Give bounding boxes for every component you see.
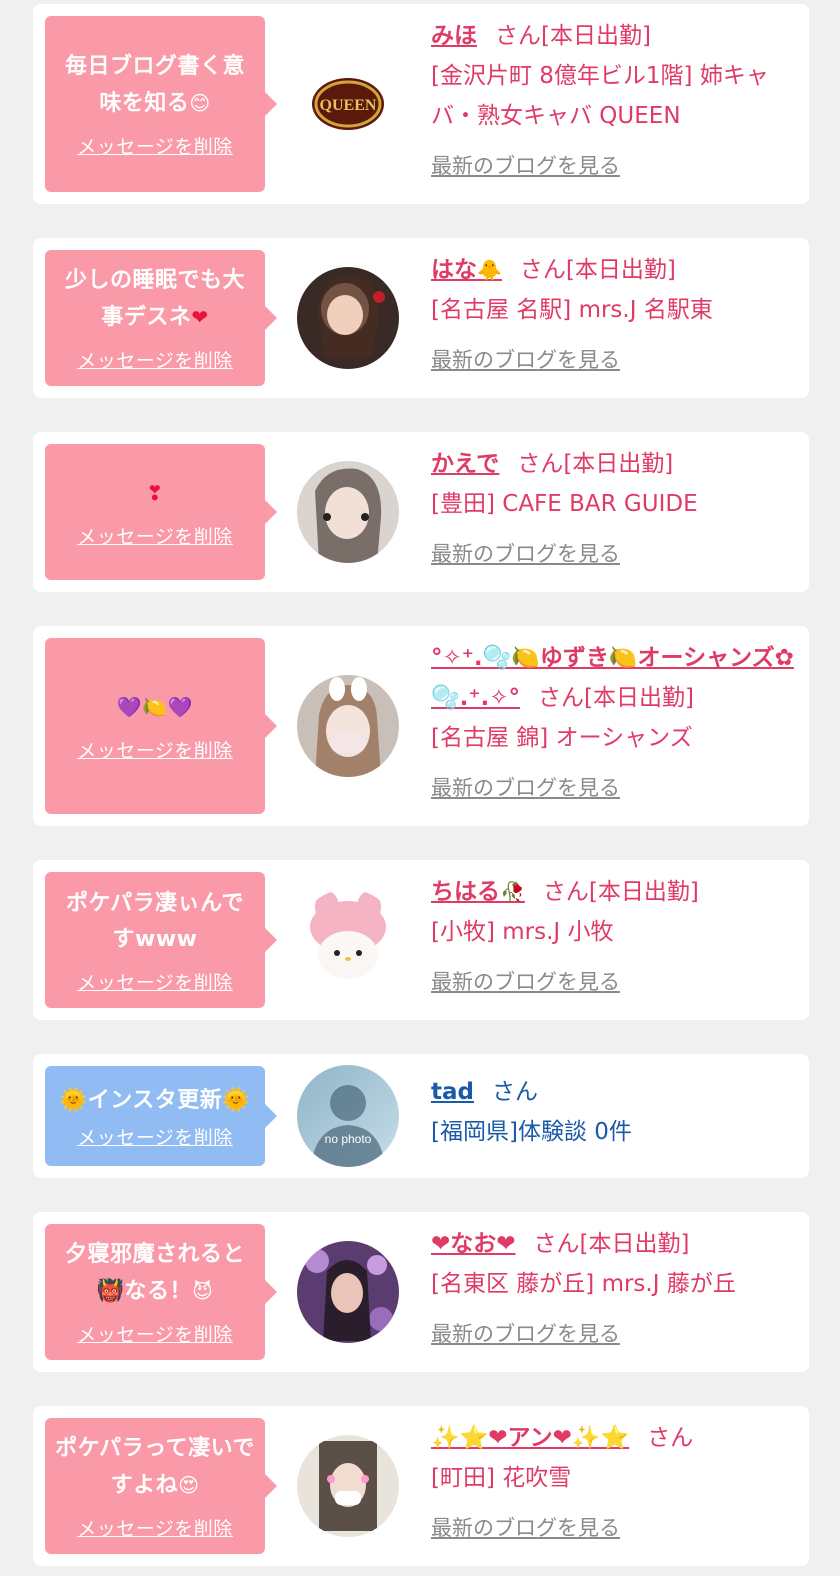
delete-message-link[interactable]: メッセージを削除 — [77, 1514, 233, 1541]
latest-blog-link[interactable]: 最新のブログを見る — [431, 1512, 620, 1542]
shop-label: [豊田] CAFE BAR GUIDE — [431, 491, 698, 517]
message-card: 毎日ブログ書く意味を知る😊 メッセージを削除 QUEEN みほ さん[本日出勤] … — [33, 4, 809, 204]
heart-icon: ❤ — [191, 305, 209, 329]
cast-name-link[interactable]: かえで — [431, 451, 499, 477]
entry-info: ✨⭐❤アン❤✨⭐ さん [町田] 花吹雪 最新のブログを見る — [431, 1418, 801, 1542]
message-card: 💜🍋💜 メッセージを削除 °✧⁺.🫧🍋ゆずき🍋オーシャンズ✿🫧.⁺.✧° さん[本… — [33, 626, 809, 826]
message-card: ポケパラって凄いですよね😍 メッセージを削除 ✨⭐❤アン❤✨⭐ さん [町田] 花… — [33, 1406, 809, 1566]
message-card: 夕寝邪魔されると👹なる！😈 メッセージを削除 ❤なお❤ さん[本日出勤] [名東区… — [33, 1212, 809, 1372]
avatar[interactable] — [297, 1241, 399, 1343]
delete-message-link[interactable]: メッセージを削除 — [77, 132, 233, 159]
message-text: ポケパラって凄いですよね😍 — [55, 1436, 255, 1498]
smile-emoji-icon: 😊 — [189, 91, 211, 115]
status-label: さん — [647, 1425, 694, 1451]
message-bubble: ポケパラ凄ぃんですwww メッセージを削除 — [45, 872, 277, 1008]
profile-photo-icon — [297, 1241, 399, 1343]
message-text: ❣ — [146, 475, 163, 512]
shop-label: [小牧] mrs.J 小牧 — [431, 919, 614, 945]
profile-photo-icon — [297, 675, 399, 777]
shop-label: [名古屋 名駅] mrs.J 名駅東 — [431, 297, 713, 323]
status-label: さん[本日出勤] — [495, 23, 651, 49]
svg-text:no photo: no photo — [325, 1132, 372, 1146]
status-label: さん[本日出勤] — [533, 1231, 690, 1257]
profile-photo-icon — [297, 267, 399, 369]
profile-photo-icon — [297, 461, 399, 563]
review-count-label: [福岡県]体験談 0件 — [431, 1119, 632, 1145]
status-label: さん[本日出勤] — [517, 451, 674, 477]
avatar[interactable] — [297, 461, 399, 563]
entry-info: °✧⁺.🫧🍋ゆずき🍋オーシャンズ✿🫧.⁺.✧° さん[本日出勤] [名古屋 錦] … — [431, 638, 801, 802]
entry-info: はな🐥 さん[本日出勤] [名古屋 名駅] mrs.J 名駅東 最新のブログを見る — [431, 250, 801, 374]
status-label: さん[本日出勤] — [519, 257, 676, 283]
message-text: 💜🍋💜 — [117, 689, 193, 726]
latest-blog-link[interactable]: 最新のブログを見る — [431, 966, 620, 996]
shop-label: [町田] 花吹雪 — [431, 1465, 572, 1491]
svg-text:QUEEN: QUEEN — [320, 97, 377, 114]
avatar[interactable] — [297, 889, 399, 991]
latest-blog-link[interactable]: 最新のブログを見る — [431, 1318, 620, 1348]
message-text: 🌞インスタ更新🌞 — [59, 1087, 251, 1113]
entry-info: かえで さん[本日出勤] [豊田] CAFE BAR GUIDE 最新のブログを見… — [431, 444, 801, 568]
delete-message-link[interactable]: メッセージを削除 — [77, 1320, 233, 1347]
no-photo-placeholder-icon: no photo — [297, 1065, 399, 1167]
heart-lemon-heart-icon: 💜🍋💜 — [116, 695, 194, 719]
status-label: さん — [491, 1079, 538, 1105]
shop-label: [名古屋 錦] オーシャンズ — [431, 725, 693, 751]
message-bubble: ❣ メッセージを削除 — [45, 444, 277, 580]
message-text: ポケパラ凄ぃんですwww — [65, 890, 245, 952]
entry-info: みほ さん[本日出勤] [金沢片町 8億年ビル1階] 姉キャバ・熟女キャバ QUE… — [431, 16, 801, 180]
hearts-icon: ❣ — [146, 481, 164, 505]
message-card: ❣ メッセージを削除 かえで さん[本日出勤] [豊田] CAFE BAR GUI… — [33, 432, 809, 592]
message-bubble: ポケパラって凄いですよね😍 メッセージを削除 — [45, 1418, 277, 1554]
message-bubble: 少しの睡眠でも大事デスネ❤ メッセージを削除 — [45, 250, 277, 386]
cast-name-link[interactable]: ちはる🥀 — [431, 879, 525, 905]
shop-label: [金沢片町 8億年ビル1階] 姉キャバ・熟女キャバ QUEEN — [431, 63, 769, 129]
devil-emoji-icon: 😈 — [192, 1279, 214, 1303]
message-text: 少しの睡眠でも大事デスネ❤ — [64, 268, 245, 330]
cast-name-link[interactable]: ✨⭐❤アン❤✨⭐ — [431, 1425, 629, 1451]
avatar[interactable]: no photo — [297, 1065, 399, 1167]
heart-eyes-emoji-icon: 😍 — [178, 1473, 200, 1497]
avatar[interactable] — [297, 1435, 399, 1537]
delete-message-link[interactable]: メッセージを削除 — [77, 736, 233, 763]
delete-message-link[interactable]: メッセージを削除 — [77, 968, 233, 995]
cast-name-link[interactable]: みほ — [431, 23, 477, 49]
queen-logo-icon: QUEEN — [312, 78, 384, 130]
shop-label: [名東区 藤が丘] mrs.J 藤が丘 — [431, 1271, 736, 1297]
entry-info: ❤なお❤ さん[本日出勤] [名東区 藤が丘] mrs.J 藤が丘 最新のブログを… — [431, 1224, 801, 1348]
latest-blog-link[interactable]: 最新のブログを見る — [431, 538, 620, 568]
latest-blog-link[interactable]: 最新のブログを見る — [431, 772, 620, 802]
message-bubble: 💜🍋💜 メッセージを削除 — [45, 638, 277, 814]
status-label: さん[本日出勤] — [538, 685, 694, 711]
chick-emoji-icon: 🐥 — [477, 258, 502, 282]
message-card: 少しの睡眠でも大事デスネ❤ メッセージを削除 はな🐥 さん[本日出勤] [名古屋 … — [33, 238, 809, 398]
rose-emoji-icon: 🥀 — [500, 880, 525, 904]
cast-name-link[interactable]: ❤なお❤ — [431, 1231, 516, 1257]
plush-toy-photo-icon — [297, 889, 399, 991]
message-text: 毎日ブログ書く意味を知る😊 — [64, 54, 245, 116]
delete-message-link[interactable]: メッセージを削除 — [77, 1123, 233, 1150]
message-text: 夕寝邪魔されると👹なる！😈 — [64, 1242, 245, 1304]
message-bubble: 🌞インスタ更新🌞 メッセージを削除 — [45, 1066, 277, 1166]
avatar[interactable] — [297, 267, 399, 369]
latest-blog-link[interactable]: 最新のブログを見る — [431, 344, 620, 374]
avatar[interactable]: QUEEN — [297, 53, 399, 155]
entry-info: tad さん [福岡県]体験談 0件 — [431, 1072, 801, 1152]
user-name-link[interactable]: tad — [431, 1079, 474, 1105]
message-card: 🌞インスタ更新🌞 メッセージを削除 no photo tad さん [福岡県]体験… — [33, 1054, 809, 1178]
delete-message-link[interactable]: メッセージを削除 — [77, 346, 233, 373]
entry-info: ちはる🥀 さん[本日出勤] [小牧] mrs.J 小牧 最新のブログを見る — [431, 872, 801, 996]
message-card: ポケパラ凄ぃんですwww メッセージを削除 ちはる🥀 さん[本日出勤] [小牧] … — [33, 860, 809, 1020]
delete-message-link[interactable]: メッセージを削除 — [77, 522, 233, 549]
message-bubble: 毎日ブログ書く意味を知る😊 メッセージを削除 — [45, 16, 277, 192]
latest-blog-link[interactable]: 最新のブログを見る — [431, 150, 620, 180]
cast-name-link[interactable]: はな🐥 — [431, 257, 502, 283]
avatar[interactable] — [297, 675, 399, 777]
profile-photo-icon — [297, 1435, 399, 1537]
message-bubble: 夕寝邪魔されると👹なる！😈 メッセージを削除 — [45, 1224, 277, 1360]
status-label: さん[本日出勤] — [542, 879, 699, 905]
